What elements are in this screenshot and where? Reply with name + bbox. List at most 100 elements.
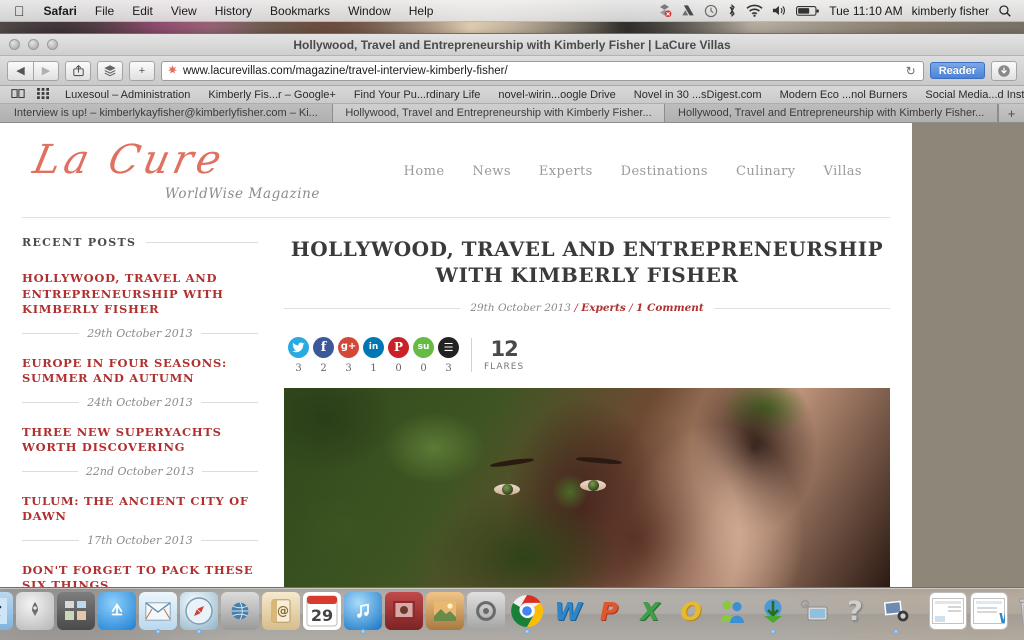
close-button[interactable] (9, 39, 20, 50)
dock-powerpoint[interactable]: P (590, 592, 628, 630)
list-item[interactable]: TULUM: THE ANCIENT CITY OF DAWN 17th Oct… (22, 494, 258, 547)
address-bar[interactable]: www.lacurevillas.com/magazine/travel-int… (161, 60, 924, 81)
nav-villas[interactable]: Villas (824, 164, 862, 179)
tab-interview-mail[interactable]: Interview is up! – kimberlykayfisher@kim… (0, 104, 333, 122)
bookmark-social-media-instagram[interactable]: Social Media...d Instagram (916, 86, 1024, 103)
dock-downloader[interactable] (754, 592, 792, 630)
list-item[interactable]: THREE NEW SUPERYACHTS WORTH DISCOVERING … (22, 425, 258, 478)
share-google-plus[interactable]: g+ 3 (336, 336, 361, 374)
volume-icon[interactable] (772, 2, 787, 20)
bookmark-novel-wiring-drive[interactable]: novel-wirin...oogle Drive (489, 86, 624, 103)
dock-app-store[interactable] (98, 592, 136, 630)
nav-home[interactable]: Home (404, 164, 445, 179)
dock-mission-control[interactable] (57, 592, 95, 630)
menubar-clock[interactable]: Tue 11:10 AM (829, 4, 902, 18)
google-plus-icon[interactable]: g+ (338, 336, 359, 358)
recent-post-title[interactable]: EUROPE IN FOUR SEASONS: SUMMER AND AUTUM… (22, 356, 258, 387)
back-button[interactable]: ◀ (7, 60, 33, 81)
add-tab-button[interactable]: + (998, 104, 1024, 122)
minimize-button[interactable] (28, 39, 39, 50)
buffer-icon[interactable]: ☰ (438, 336, 459, 358)
wifi-icon[interactable] (746, 2, 763, 20)
dock-photo-booth[interactable] (385, 592, 423, 630)
list-item[interactable]: DON'T FORGET TO PACK THESE SIX THINGS 15… (22, 563, 258, 587)
dock-finder[interactable] (0, 592, 13, 630)
apple-menu-icon[interactable]:  (6, 4, 35, 18)
reload-icon[interactable]: ↻ (906, 64, 918, 78)
share-buffer[interactable]: ☰ 3 (436, 336, 461, 374)
forward-button[interactable]: ▶ (33, 60, 59, 81)
zoom-button[interactable] (47, 39, 58, 50)
dropbox-error-icon[interactable] (657, 2, 672, 20)
menubar-username[interactable]: kimberly fisher (912, 4, 989, 18)
dock-network-globe[interactable] (221, 592, 259, 630)
menu-help[interactable]: Help (400, 0, 443, 22)
dock-minimized-window-1[interactable] (929, 592, 967, 630)
dock-preview[interactable] (877, 592, 915, 630)
dock-minimized-window-2[interactable]: W (970, 592, 1008, 630)
window-titlebar[interactable]: Hollywood, Travel and Entrepreneurship w… (0, 34, 1024, 56)
nav-news[interactable]: News (472, 164, 510, 179)
dock-trash[interactable] (1011, 592, 1024, 630)
dock-messenger[interactable] (713, 592, 751, 630)
search-icon[interactable] (998, 2, 1012, 20)
stumbleupon-icon[interactable]: su (413, 337, 434, 358)
dock-word[interactable]: W (549, 592, 587, 630)
new-tab-button[interactable]: + (129, 60, 155, 81)
sidebar-toggle-button[interactable] (97, 60, 123, 81)
dock-calendar[interactable]: 29 (303, 592, 341, 630)
dock-itunes[interactable] (344, 592, 382, 630)
bookmark-modern-eco[interactable]: Modern Eco ...nol Burners (771, 86, 917, 103)
menu-edit[interactable]: Edit (123, 0, 162, 22)
menu-safari[interactable]: Safari (35, 0, 86, 22)
bookmark-find-your-purpose[interactable]: Find Your Pu...rdinary Life (345, 86, 490, 103)
article-category-link[interactable]: Experts (581, 302, 626, 314)
dock-launchpad[interactable] (16, 592, 54, 630)
menu-view[interactable]: View (162, 0, 206, 22)
menu-file[interactable]: File (86, 0, 123, 22)
recent-post-title[interactable]: DON'T FORGET TO PACK THESE SIX THINGS (22, 563, 258, 587)
tab-lacure-article-active[interactable]: Hollywood, Travel and Entrepreneurship w… (332, 104, 666, 122)
bookmark-luxesoul[interactable]: Luxesoul – Administration (56, 86, 199, 103)
twitter-icon[interactable] (288, 336, 309, 358)
nav-culinary[interactable]: Culinary (736, 164, 796, 179)
article-comments-link[interactable]: 1 Comment (636, 302, 704, 314)
recent-post-title[interactable]: THREE NEW SUPERYACHTS WORTH DISCOVERING (22, 425, 258, 456)
share-twitter[interactable]: 3 (286, 336, 311, 374)
dock-iphoto[interactable] (426, 592, 464, 630)
share-pinterest[interactable]: P 0 (386, 336, 411, 374)
downloads-button[interactable] (991, 60, 1017, 81)
dock-system-preferences[interactable] (467, 592, 505, 630)
list-item[interactable]: HOLLYWOOD, TRAVEL AND ENTREPRENEURSHIP W… (22, 271, 258, 340)
dock-help[interactable]: ? (836, 592, 874, 630)
bluetooth-icon[interactable] (727, 2, 737, 20)
linkedin-icon[interactable]: in (363, 337, 384, 358)
google-drive-icon[interactable] (681, 2, 695, 20)
tab-lacure-article-2[interactable]: Hollywood, Travel and Entrepreneurship w… (665, 104, 999, 122)
nav-experts[interactable]: Experts (539, 164, 593, 179)
recent-post-title[interactable]: TULUM: THE ANCIENT CITY OF DAWN (22, 494, 258, 525)
nav-destinations[interactable]: Destinations (621, 164, 708, 179)
dock-excel[interactable]: X (631, 592, 669, 630)
dock-outlook[interactable]: O (672, 592, 710, 630)
time-machine-icon[interactable] (704, 2, 718, 20)
reader-button[interactable]: Reader (929, 62, 985, 79)
share-facebook[interactable]: f 2 (311, 336, 336, 374)
menu-window[interactable]: Window (339, 0, 400, 22)
list-item[interactable]: EUROPE IN FOUR SEASONS: SUMMER AND AUTUM… (22, 356, 258, 409)
menu-history[interactable]: History (206, 0, 261, 22)
battery-icon[interactable] (796, 2, 820, 20)
dock-mail[interactable] (139, 592, 177, 630)
facebook-icon[interactable]: f (313, 336, 334, 358)
dock-remote-desktop[interactable] (795, 592, 833, 630)
share-stumbleupon[interactable]: su 0 (411, 336, 436, 374)
dock-safari[interactable] (180, 592, 218, 630)
recent-post-title[interactable]: HOLLYWOOD, TRAVEL AND ENTREPRENEURSHIP W… (22, 271, 258, 318)
bookmark-novel-in-30[interactable]: Novel in 30 ...sDigest.com (625, 86, 771, 103)
reading-list-icon[interactable] (5, 88, 31, 102)
dock-chrome[interactable] (508, 592, 546, 630)
dock-contacts[interactable]: @ (262, 592, 300, 630)
menu-bookmarks[interactable]: Bookmarks (261, 0, 339, 22)
share-button[interactable] (65, 60, 91, 81)
top-sites-icon[interactable] (31, 87, 56, 102)
